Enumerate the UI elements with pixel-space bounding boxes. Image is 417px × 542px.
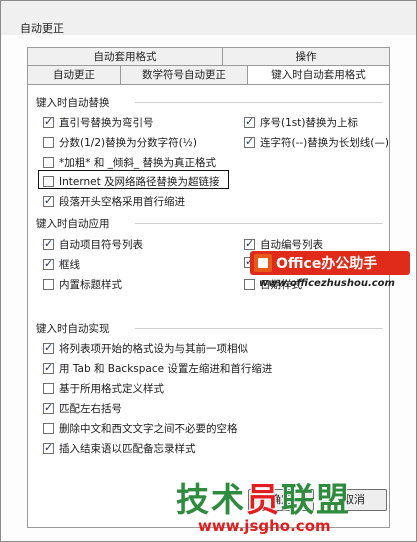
option-smart-quotes[interactable]: 直引号替换为弯引号: [43, 115, 154, 130]
tab-autocorrect[interactable]: 自动更正: [27, 65, 121, 84]
checkbox[interactable]: [43, 194, 54, 207]
option-auto-numbered-lists[interactable]: 自动编号列表: [244, 237, 323, 252]
tab-autoformat[interactable]: 自动套用格式: [27, 47, 223, 66]
option-define-styles[interactable]: 基于所用格式定义样式: [43, 381, 164, 396]
watermark-title-part: 联盟: [281, 480, 351, 519]
section-title-replace: 键入时自动替换: [36, 97, 110, 109]
option-internet-hyperlinks[interactable]: Internet 及网络路径替换为超链接: [43, 174, 220, 189]
checkbox[interactable]: [43, 176, 54, 187]
site-watermark: 技术员联盟 www.jsgho.com: [176, 473, 386, 535]
option-label: *加粗* 和 _倾斜_ 替换为真正格式: [59, 157, 217, 169]
checkbox[interactable]: [43, 237, 54, 250]
section-divider: [135, 328, 383, 329]
checkbox[interactable]: [43, 383, 54, 394]
option-label: 匹配左右括号: [59, 403, 122, 415]
tab-panel: [27, 84, 390, 528]
option-label: 序号(1st)替换为上标: [260, 117, 358, 129]
brand-url: www.officezhushou.com: [259, 278, 395, 289]
option-label: 直引号替换为弯引号: [59, 117, 154, 129]
watermark-title: 技术员联盟: [176, 473, 386, 521]
option-match-parentheses[interactable]: 匹配左右括号: [43, 401, 122, 416]
option-hyphens-dash[interactable]: 连字符(--)替换为长划线(—): [244, 135, 389, 150]
option-label: 插入结束语以匹配备忘录样式: [59, 443, 196, 455]
checkbox[interactable]: [43, 115, 54, 128]
option-delete-spaces[interactable]: 删除中文和西文文字之间不必要的空格: [43, 421, 238, 436]
option-label: 基于所用格式定义样式: [59, 383, 164, 395]
checkbox[interactable]: [244, 237, 255, 250]
checkbox[interactable]: [43, 341, 54, 354]
section-divider: [135, 223, 383, 224]
checkbox[interactable]: [244, 115, 255, 128]
option-label: 用 Tab 和 Backspace 设置左缩进和首行缩进: [59, 363, 273, 375]
option-label: 框线: [59, 259, 80, 271]
watermark-title-part: 技术: [176, 480, 246, 519]
office-logo-icon: [254, 254, 272, 272]
option-bold-italic[interactable]: *加粗* 和 _倾斜_ 替换为真正格式: [43, 155, 216, 170]
option-memo-closing[interactable]: 插入结束语以匹配备忘录样式: [43, 441, 196, 456]
option-tab-backspace-indent[interactable]: 用 Tab 和 Backspace 设置左缩进和首行缩进: [43, 361, 272, 376]
brand-badge: Office办公助手: [250, 251, 410, 275]
option-auto-bulleted-lists[interactable]: 自动项目符号列表: [43, 237, 143, 252]
tab-autoformat-as-you-type[interactable]: 键入时自动套用格式: [247, 65, 390, 85]
option-border-lines[interactable]: 框线: [43, 257, 80, 272]
option-ordinals-superscript[interactable]: 序号(1st)替换为上标: [244, 115, 358, 130]
option-label: 删除中文和西文文字之间不必要的空格: [59, 423, 238, 435]
checkbox[interactable]: [244, 279, 255, 290]
autocorrect-dialog: 自动更正 自动套用格式 操作 自动更正 数学符号自动更正 键入时自动套用格式 键…: [0, 0, 417, 542]
window-title: 自动更正: [20, 22, 64, 35]
section-title-apply: 键入时自动应用: [36, 218, 110, 230]
option-fractions[interactable]: 分数(1/2)替换为分数字符(½): [43, 135, 197, 150]
checkbox[interactable]: [43, 441, 54, 454]
checkbox[interactable]: [43, 257, 54, 270]
option-label: 将列表项开始的格式设为与其前一项相似: [59, 343, 248, 355]
option-list-format-similar[interactable]: 将列表项开始的格式设为与其前一项相似: [43, 341, 248, 356]
option-label: 自动编号列表: [260, 239, 323, 251]
checkbox[interactable]: [43, 279, 54, 290]
watermark-url: www.jsgho.com: [198, 517, 331, 535]
option-label: Internet 及网络路径替换为超链接: [59, 176, 220, 188]
checkbox[interactable]: [43, 423, 54, 434]
option-label: 内置标题样式: [59, 279, 122, 291]
checkbox[interactable]: [43, 361, 54, 374]
checkbox[interactable]: [43, 137, 54, 148]
option-label: 段落开头空格采用首行缩进: [59, 196, 185, 208]
option-first-line-indent[interactable]: 段落开头空格采用首行缩进: [43, 194, 185, 209]
brand-name: Office办公助手: [276, 256, 378, 272]
tab-math-autocorrect[interactable]: 数学符号自动更正: [120, 65, 248, 84]
section-title-implement: 键入时自动实现: [36, 323, 110, 335]
checkbox[interactable]: [43, 401, 54, 414]
checkbox[interactable]: [43, 157, 54, 168]
tab-actions[interactable]: 操作: [222, 47, 390, 66]
checkbox[interactable]: [244, 135, 255, 148]
option-label: 连字符(--)替换为长划线(—): [260, 137, 389, 149]
section-divider: [135, 102, 383, 103]
title-bar: 自动更正: [1, 1, 416, 35]
option-label: 分数(1/2)替换为分数字符(½): [59, 137, 197, 149]
watermark-title-part: 员: [246, 480, 281, 519]
option-builtin-heading-styles[interactable]: 内置标题样式: [43, 277, 122, 292]
option-label: 自动项目符号列表: [59, 239, 143, 251]
